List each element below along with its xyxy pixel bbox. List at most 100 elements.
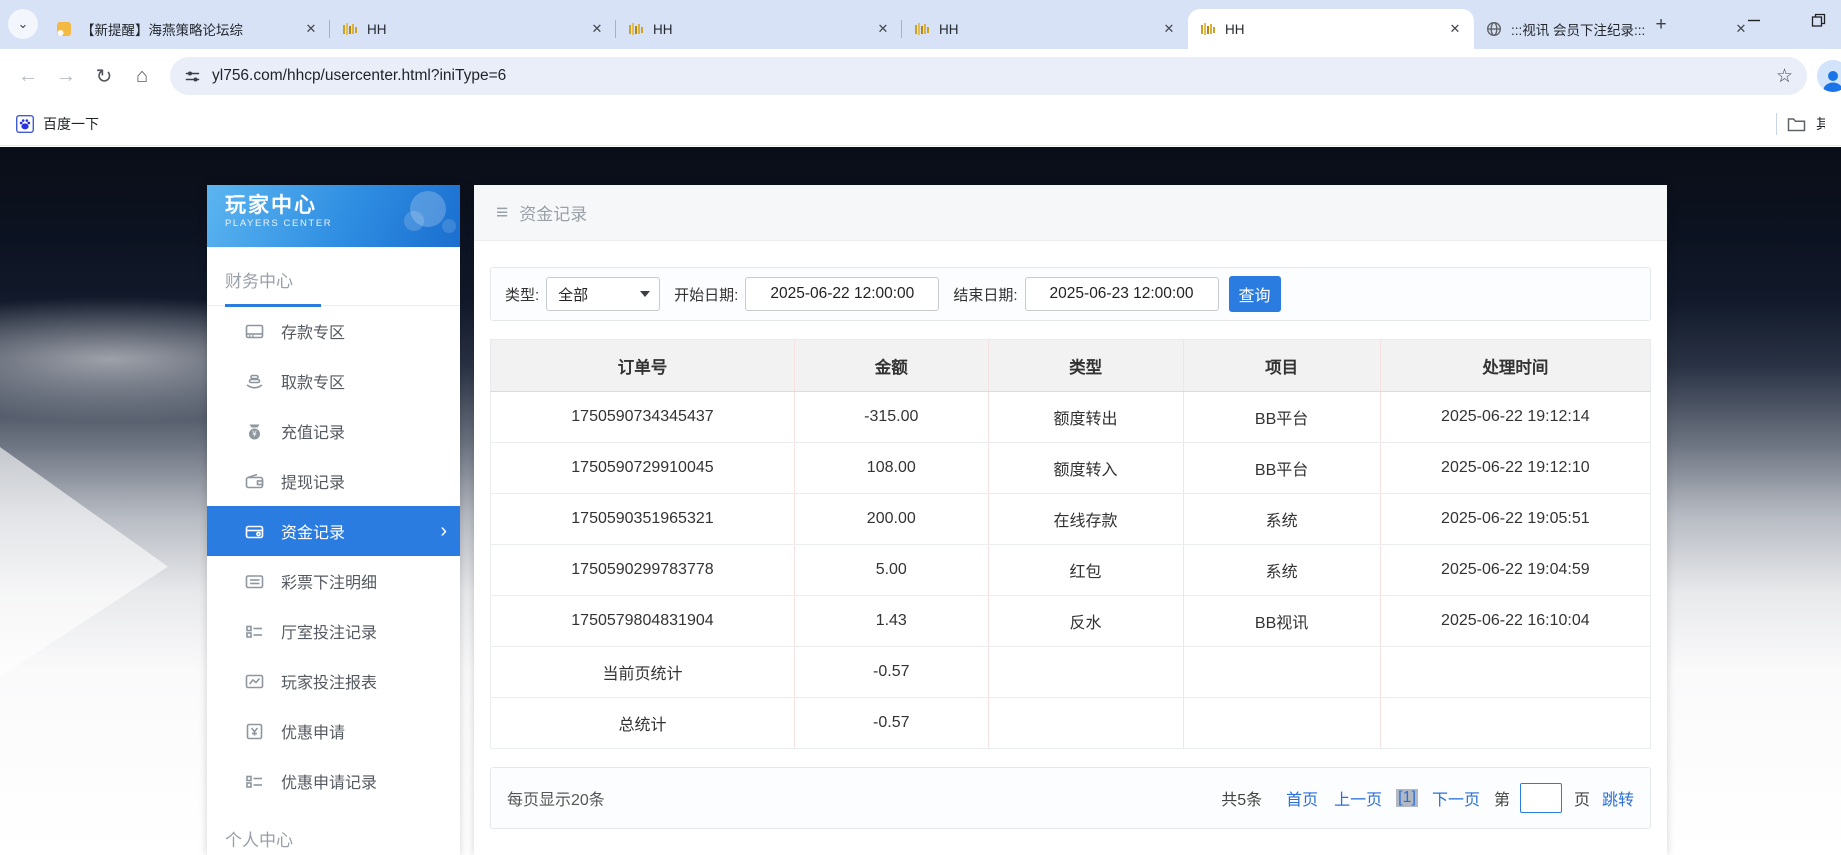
tab-close-icon[interactable]: ✕ bbox=[588, 20, 606, 38]
end-date-label: 结束日期: bbox=[953, 286, 1018, 304]
window-controls bbox=[1739, 0, 1841, 40]
type-select-value: 全部 bbox=[558, 286, 589, 304]
sidebar-item-withdrawal-records[interactable]: 提现记录 bbox=[207, 456, 460, 506]
next-page-link[interactable]: 下一页 bbox=[1432, 786, 1480, 810]
back-button[interactable]: ← bbox=[10, 58, 46, 94]
page-size-label: 每页显示20条 bbox=[507, 792, 605, 809]
tab-title: HH bbox=[1225, 21, 1245, 37]
chevron-down-icon: ⌄ bbox=[17, 16, 29, 31]
sidebar-item-player-bet-report[interactable]: 玩家投注报表 bbox=[207, 656, 460, 706]
forward-button[interactable]: → bbox=[48, 58, 84, 94]
gold-favicon-icon bbox=[628, 21, 644, 37]
players-center-sidebar: 玩家中心 PLAYERS CENTER 财务中心 存款专区 取款专区 ¥ 充值记… bbox=[207, 185, 460, 855]
cell-amount: 1.43 bbox=[793, 595, 989, 647]
col-process-time: 处理时间 bbox=[1379, 339, 1651, 392]
sidebar-item-label: 优惠申请 bbox=[281, 725, 346, 742]
gold-favicon-icon bbox=[342, 21, 358, 37]
cell-amount: -0.57 bbox=[793, 697, 989, 749]
tabs-container: 【新提醒】海燕策略论坛综 ✕ HH ✕ HH ✕ HH ✕ HH ✕:::视讯… bbox=[44, 9, 1760, 49]
restore-window-button[interactable] bbox=[1803, 5, 1833, 35]
site-info-icon[interactable] bbox=[184, 68, 201, 85]
prev-page-link[interactable]: 上一页 bbox=[1334, 786, 1382, 810]
tab-video-records[interactable]: :::视讯 会员下注纪录::: ✕ bbox=[1474, 9, 1760, 49]
cell-empty bbox=[987, 697, 1183, 749]
sidebar-item-lottery-bet-details[interactable]: 彩票下注明细 bbox=[207, 556, 460, 606]
cell-empty bbox=[987, 646, 1183, 698]
browser-toolbar: ← → ↻ ⌂ yl756.com/hhcp/usercenter.html?i… bbox=[0, 49, 1841, 103]
sidebar-item-label: 玩家投注报表 bbox=[281, 675, 378, 692]
bookmark-baidu[interactable]: 百度一下 bbox=[16, 114, 99, 134]
cell-project: BB平台 bbox=[1182, 391, 1381, 443]
sidebar-item-hall-bet-records[interactable]: 厅室投注记录 bbox=[207, 606, 460, 656]
profile-avatar[interactable] bbox=[1817, 60, 1841, 92]
start-date-input[interactable] bbox=[745, 277, 940, 311]
gold-favicon-icon bbox=[914, 21, 930, 37]
query-button[interactable]: 查询 bbox=[1228, 276, 1281, 312]
tab-search-chevron-button[interactable]: ⌄ bbox=[8, 9, 38, 39]
tab-title: :::视讯 会员下注纪录::: bbox=[1511, 23, 1646, 38]
sidebar-item-promo-apply-records[interactable]: 优惠申请记录 bbox=[207, 756, 460, 806]
first-page-link[interactable]: 首页 bbox=[1286, 786, 1318, 810]
tab-forum[interactable]: 【新提醒】海燕策略论坛综 ✕ bbox=[44, 9, 330, 49]
sidebar-item-withdraw-zone[interactable]: 取款专区 bbox=[207, 356, 460, 406]
deposit-card-icon bbox=[245, 322, 264, 341]
bookmark-star-icon[interactable]: ☆ bbox=[1776, 65, 1793, 88]
tab-hh-active[interactable]: HH ✕ bbox=[1188, 9, 1474, 49]
folder-icon[interactable] bbox=[1787, 116, 1806, 133]
type-label: 类型: bbox=[505, 286, 540, 304]
filter-bar: 类型: 全部 开始日期: 结束日期: 查询 bbox=[490, 267, 1651, 321]
sidebar-header: 玩家中心 PLAYERS CENTER bbox=[207, 185, 460, 247]
sidebar-section-finance: 财务中心 bbox=[207, 247, 460, 307]
select-chevron-icon bbox=[640, 291, 651, 297]
new-tab-button[interactable]: + bbox=[1648, 12, 1674, 38]
tab-close-icon[interactable]: ✕ bbox=[1160, 20, 1178, 38]
table-summary-row-page: 当前页统计 -0.57 bbox=[490, 646, 1651, 698]
minimize-button[interactable] bbox=[1739, 5, 1769, 35]
sidebar-item-recharge-records[interactable]: ¥ 充值记录 bbox=[207, 406, 460, 456]
url-text[interactable]: yl756.com/hhcp/usercenter.html?iniType=6 bbox=[212, 67, 1765, 85]
sidebar-item-funds-records[interactable]: 资金记录 › bbox=[207, 506, 460, 556]
browser-tab-strip: ⌄ 【新提醒】海燕策略论坛综 ✕ HH ✕ HH ✕ HH ✕ HH ✕:::… bbox=[0, 0, 1841, 49]
sidebar-item-deposit-zone[interactable]: 存款专区 bbox=[207, 306, 460, 356]
tab-close-icon[interactable]: ✕ bbox=[1446, 20, 1464, 38]
cell-type: 在线存款 bbox=[987, 493, 1183, 545]
plus-icon: + bbox=[1655, 14, 1667, 35]
forum-favicon-icon bbox=[56, 21, 72, 37]
page-jump-input[interactable] bbox=[1519, 783, 1562, 813]
tab-hh-1[interactable]: HH ✕ bbox=[330, 9, 616, 49]
cell-project: BB视讯 bbox=[1182, 595, 1381, 647]
end-date-input[interactable] bbox=[1024, 277, 1219, 311]
tab-hh-2[interactable]: HH ✕ bbox=[616, 9, 902, 49]
cell-process-time: 2025-06-22 19:12:10 bbox=[1379, 442, 1651, 494]
page-title: 资金记录 bbox=[519, 205, 588, 224]
address-bar[interactable]: yl756.com/hhcp/usercenter.html?iniType=6… bbox=[170, 57, 1807, 95]
home-button[interactable]: ⌂ bbox=[124, 58, 160, 94]
table-row: 1750579804831904 1.43 反水 BB视讯 2025-06-22… bbox=[490, 595, 1651, 647]
funds-records-panel: ≡ 资金记录 类型: 全部 开始日期: 结束日期: 查询 bbox=[474, 185, 1667, 855]
cell-type: 红包 bbox=[987, 544, 1183, 596]
reload-icon: ↻ bbox=[95, 65, 113, 88]
bookmarks-divider bbox=[1776, 113, 1777, 135]
tab-title: HH bbox=[939, 21, 959, 37]
cell-process-time: 2025-06-22 19:05:51 bbox=[1379, 493, 1651, 545]
bubble-decoration bbox=[404, 211, 424, 231]
reload-button[interactable]: ↻ bbox=[86, 58, 122, 94]
cell-process-time: 2025-06-22 19:12:14 bbox=[1379, 391, 1651, 443]
jump-link[interactable]: 跳转 bbox=[1602, 786, 1634, 810]
moneybag-icon: ¥ bbox=[245, 422, 264, 441]
sidebar-item-promo-apply[interactable]: 优惠申请 bbox=[207, 706, 460, 756]
tab-close-icon[interactable]: ✕ bbox=[874, 20, 892, 38]
table-row: 1750590351965321 200.00 在线存款 系统 2025-06-… bbox=[490, 493, 1651, 545]
cell-amount: 5.00 bbox=[793, 544, 989, 596]
tab-close-icon[interactable]: ✕ bbox=[302, 20, 320, 38]
other-bookmarks-label[interactable]: 其他书签 bbox=[1816, 114, 1825, 134]
table-header-row: 订单号 金额 类型 项目 处理时间 bbox=[490, 339, 1651, 392]
cell-order-id: 1750590299783778 bbox=[490, 544, 795, 596]
hamburger-menu-icon[interactable]: ≡ bbox=[496, 202, 508, 223]
type-select[interactable]: 全部 bbox=[546, 277, 661, 311]
col-project: 项目 bbox=[1182, 339, 1381, 392]
table-row: 1750590299783778 5.00 红包 系统 2025-06-22 1… bbox=[490, 544, 1651, 596]
tab-hh-3[interactable]: HH ✕ bbox=[902, 9, 1188, 49]
funds-wallet-icon bbox=[245, 522, 264, 541]
current-page-indicator[interactable]: [1] bbox=[1396, 789, 1418, 807]
